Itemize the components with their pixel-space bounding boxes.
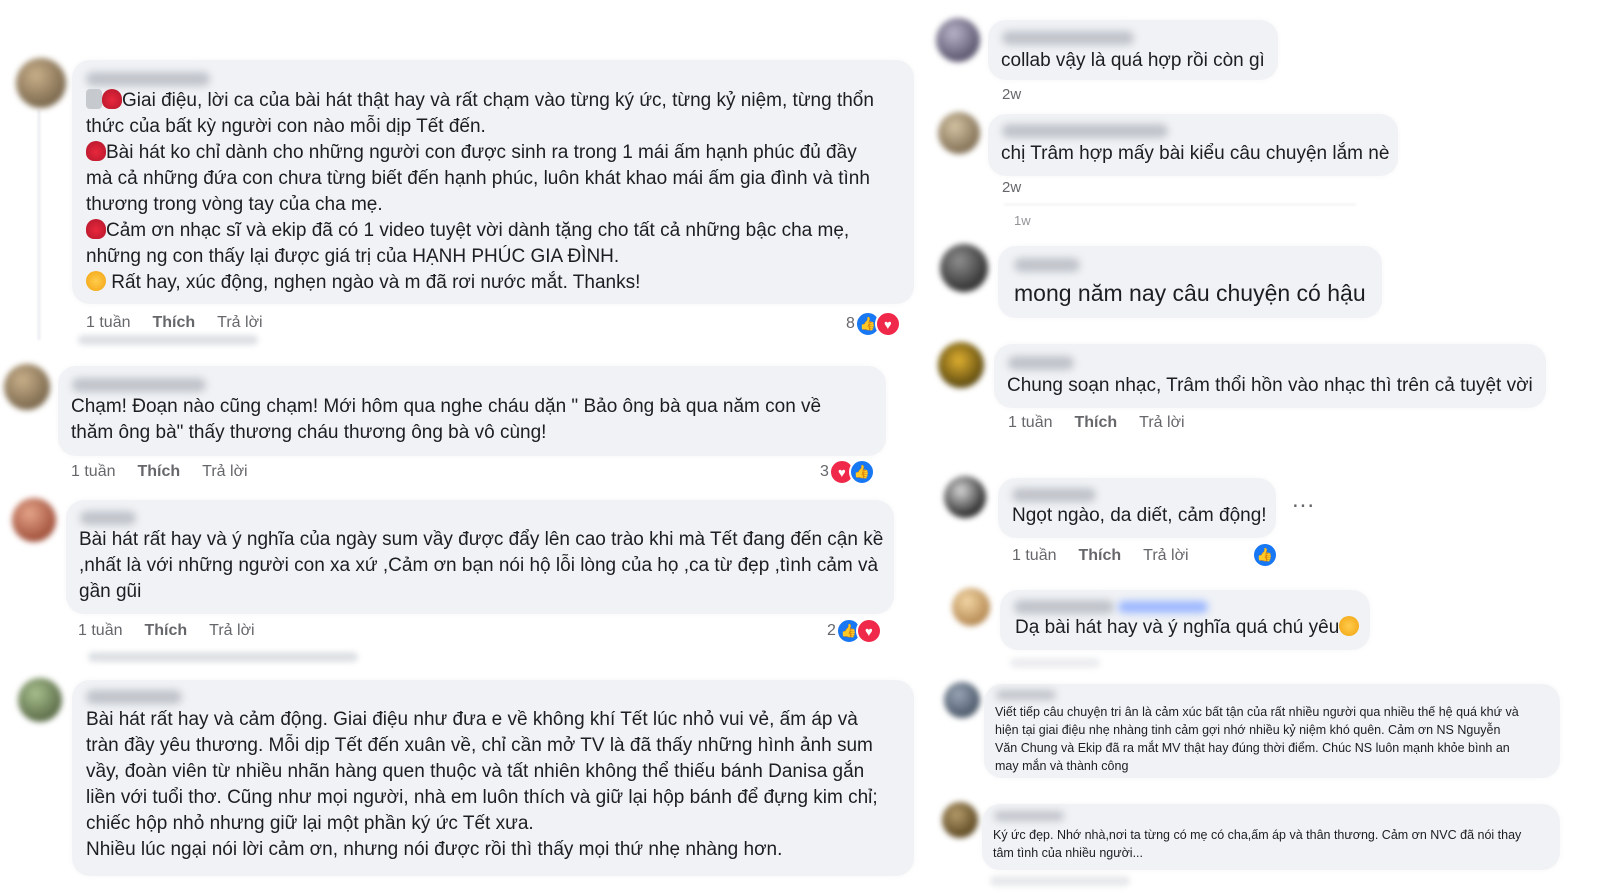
reply-button[interactable]: Trả lời: [209, 622, 254, 640]
avatar[interactable]: [940, 244, 988, 292]
comment-text: collab vậy là quá hợp rồi còn gì: [1001, 50, 1265, 71]
commenter-name[interactable]: [994, 811, 1064, 821]
avatar[interactable]: [16, 58, 66, 108]
commenter-name[interactable]: [1014, 600, 1114, 614]
reply-button[interactable]: Trả lời: [202, 463, 247, 481]
comment-actions: 1 tuần Thích Trả lời: [1008, 414, 1185, 432]
avatar[interactable]: [12, 498, 56, 542]
commenter-name[interactable]: [86, 72, 210, 86]
comment-text: Chạm! Đoạn nào cũng chạm! Mới hôm qua ng…: [71, 396, 822, 443]
avatar[interactable]: [18, 678, 62, 722]
reaction-summary[interactable]: 👍: [1252, 542, 1278, 568]
like-button[interactable]: Thích: [1074, 414, 1117, 432]
commenter-name[interactable]: [72, 378, 206, 392]
comment-actions: 1 tuần Thích Trả lời: [71, 463, 248, 481]
commenter-name[interactable]: [996, 690, 1056, 700]
timestamp-link[interactable]: 1 tuần: [86, 314, 130, 332]
avatar[interactable]: [936, 18, 980, 62]
avatar[interactable]: [4, 364, 50, 410]
comment-actions: 1 tuần Thích Trả lời: [1012, 547, 1189, 565]
like-button[interactable]: Thích: [1078, 547, 1121, 565]
reaction-count: 3: [820, 463, 829, 480]
timestamp-link[interactable]: 1 tuần: [78, 622, 122, 640]
hidden-reply-link: [88, 652, 358, 662]
comment-text: Ký ức đẹp. Nhớ nhà,nơi ta từng có mẹ có …: [993, 828, 1522, 860]
tagged-user-link[interactable]: [1118, 601, 1208, 613]
reply-button[interactable]: Trả lời: [217, 314, 262, 332]
reaction-count: 2: [827, 622, 836, 639]
commenter-name[interactable]: [86, 690, 182, 704]
comment-text: Giai điệu, lời ca của bài hát thật hay v…: [86, 89, 874, 293]
avatar[interactable]: [938, 342, 984, 388]
commenter-name[interactable]: [1012, 488, 1096, 502]
timestamp-link[interactable]: 1w: [1014, 213, 1031, 228]
commenter-name[interactable]: [1014, 258, 1080, 272]
comment-text: Viết tiếp câu chuyện tri ân là cảm xúc b…: [995, 705, 1519, 773]
comment-text: Bài hát rất hay và ý nghĩa của ngày sum …: [79, 529, 884, 602]
love-icon: ♥: [855, 618, 882, 644]
reply-button[interactable]: Trả lời: [1139, 414, 1184, 432]
music-note-emoji-icon: [86, 89, 102, 109]
like-icon: 👍: [1252, 542, 1278, 568]
hidden-reply-link: [78, 335, 258, 345]
like-button[interactable]: Thích: [137, 463, 180, 481]
reaction-summary[interactable]: 2 👍 ♥: [827, 618, 882, 644]
like-button[interactable]: Thích: [144, 622, 187, 640]
reaction-summary[interactable]: 8 👍 ♥: [846, 311, 901, 337]
like-icon: 👍: [848, 459, 875, 485]
thread-line: [38, 110, 40, 340]
comment-text: Bài hát rất hay và cảm động. Giai điệu n…: [86, 709, 878, 860]
comment-actions: 1 tuần Thích Trả lời: [86, 314, 263, 332]
reply-button[interactable]: Trả lời: [1143, 547, 1188, 565]
heart-eyes-emoji-icon: [86, 271, 106, 291]
hidden-reply-link: [1010, 658, 1100, 668]
timestamp-link[interactable]: 1 tuần: [1012, 547, 1056, 565]
avatar[interactable]: [944, 476, 986, 518]
comment-text: Chung soạn nhạc, Trâm thổi hồn vào nhạc …: [1007, 375, 1533, 396]
more-options-icon[interactable]: ...: [1292, 486, 1315, 514]
comment-text: Ngọt ngào, da diết, cảm động!: [1012, 505, 1267, 526]
divider: [1004, 204, 1356, 205]
timestamp-link[interactable]: 1 tuần: [1008, 414, 1052, 432]
timestamp-link[interactable]: 1 tuần: [71, 463, 115, 481]
comment-actions: 1 tuần Thích Trả lời: [78, 622, 255, 640]
timestamp-link[interactable]: 2w: [1002, 179, 1021, 196]
avatar[interactable]: [938, 112, 980, 154]
avatar[interactable]: [942, 802, 978, 838]
comment-text: chị Trâm hợp mấy bài kiểu câu chuyện lắm…: [1001, 143, 1390, 164]
like-button[interactable]: Thích: [152, 314, 195, 332]
comment-text: mong năm nay câu chuyện có hậu: [1014, 280, 1366, 306]
heart-emoji-icon: [86, 219, 106, 239]
heart-emoji-icon: [102, 89, 122, 109]
commenter-name[interactable]: [1002, 124, 1168, 138]
commenter-name[interactable]: [80, 511, 136, 525]
love-icon: ♥: [874, 311, 901, 337]
avatar[interactable]: [944, 682, 980, 718]
reaction-summary[interactable]: 3 ♥ 👍: [820, 459, 875, 485]
heart-emoji-icon: [86, 141, 106, 161]
comment-text: Dạ bài hát hay và ý nghĩa quá chú yêu: [1015, 615, 1360, 641]
commenter-name[interactable]: [1002, 31, 1134, 45]
commenter-name[interactable]: [1008, 356, 1074, 370]
reaction-count: 8: [846, 315, 855, 332]
timestamp-link[interactable]: 2w: [1002, 86, 1021, 103]
heart-eyes-emoji-icon: [1339, 616, 1360, 636]
hidden-actions: [990, 876, 1130, 886]
avatar[interactable]: [952, 588, 990, 626]
